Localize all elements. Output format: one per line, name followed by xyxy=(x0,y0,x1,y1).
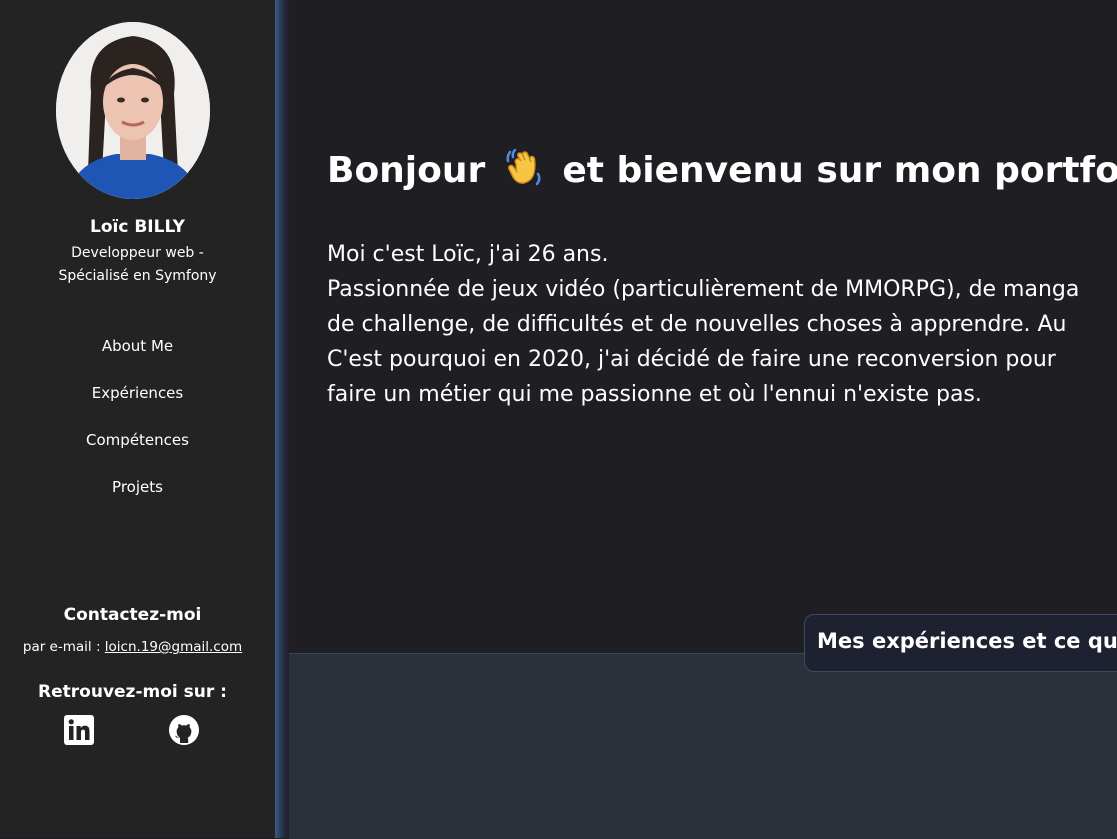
experiences-section xyxy=(289,653,1117,839)
profile-name: Loïc BILLY xyxy=(90,217,185,237)
email-link[interactable]: loicn.19@gmail.com xyxy=(105,639,242,655)
role-line-1: Developpeur web - xyxy=(71,245,204,261)
intro-line-5: faire un métier qui me passionne et où l… xyxy=(327,382,982,407)
main-nav: About Me Expériences Compétences Projets xyxy=(0,333,275,521)
experiences-card[interactable]: Mes expériences et ce qu xyxy=(804,614,1117,672)
profile-role: Developpeur web - Spécialisé en Symfony xyxy=(30,242,245,288)
contact-line: par e-mail : loicn.19@gmail.com xyxy=(0,639,265,655)
sidebar: Loïc BILLY Developpeur web - Spécialisé … xyxy=(0,0,275,838)
intro-line-4: C'est pourquoi en 2020, j'ai décidé de f… xyxy=(327,347,1056,372)
nav-skills[interactable]: Compétences xyxy=(0,427,275,474)
sidebar-divider xyxy=(275,0,289,838)
title-greeting: Bonjour xyxy=(327,150,486,191)
intro-line-2: Passionnée de jeux vidéo (particulièreme… xyxy=(327,277,1080,302)
linkedin-icon[interactable] xyxy=(63,714,95,746)
intro-line-1: Moi c'est Loïc, j'ai 26 ans. xyxy=(327,242,609,267)
github-icon[interactable] xyxy=(168,714,200,746)
contact-title: Contactez-moi xyxy=(63,605,202,625)
role-line-2: Spécialisé en Symfony xyxy=(58,268,217,284)
email-label: par e-mail : xyxy=(22,639,105,655)
nav-about[interactable]: About Me xyxy=(0,333,275,380)
title-welcome: et bienvenu sur mon portfolio xyxy=(562,150,1117,191)
profile-photo xyxy=(56,22,210,199)
intro-line-3: de challenge, de difficultés et de nouve… xyxy=(327,312,1067,337)
nav-projects[interactable]: Projets xyxy=(0,474,275,521)
social-title: Retrouvez-moi sur : xyxy=(38,682,227,702)
nav-experiences[interactable]: Expériences xyxy=(0,380,275,427)
waving-hand-icon xyxy=(504,148,544,197)
avatar xyxy=(56,22,210,199)
page-title: Bonjour et bienvenu sur mon portfolio xyxy=(327,148,1117,197)
intro-text: Moi c'est Loïc, j'ai 26 ans. Passionnée … xyxy=(327,237,1117,412)
